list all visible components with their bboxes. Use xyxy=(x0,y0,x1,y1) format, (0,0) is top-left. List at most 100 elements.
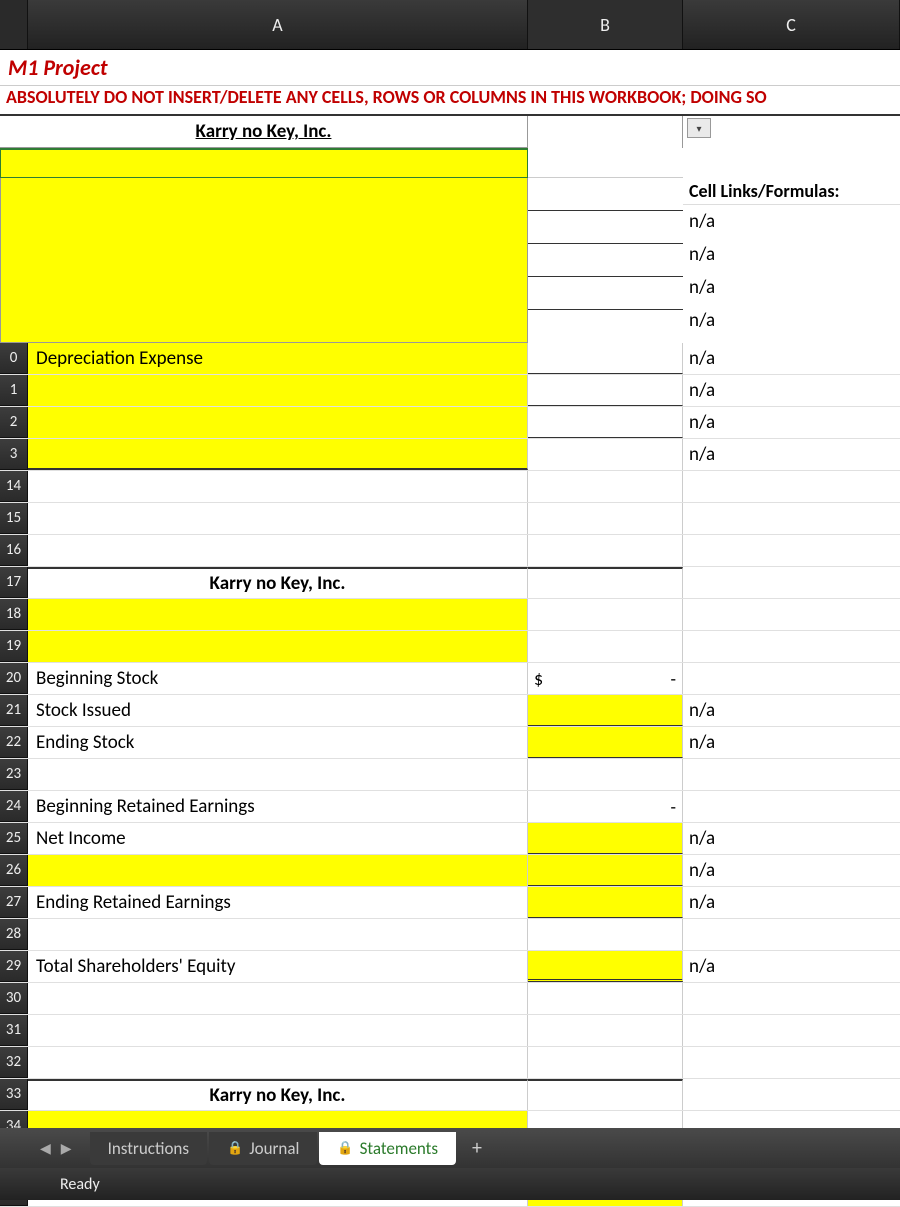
cell-b[interactable] xyxy=(528,567,683,598)
cell-c[interactable] xyxy=(683,631,900,662)
cell-b-dash[interactable]: - xyxy=(528,791,683,822)
cell-b[interactable] xyxy=(528,919,683,950)
cell-c[interactable] xyxy=(683,599,900,630)
cell-c[interactable] xyxy=(683,1015,900,1046)
cell-b[interactable] xyxy=(528,439,683,470)
cell-b[interactable] xyxy=(528,375,683,406)
cell-net-income[interactable]: Net Income xyxy=(28,823,528,854)
cell-a-yellow[interactable] xyxy=(28,599,528,630)
cell-b-dollar[interactable]: $- xyxy=(528,663,683,694)
row-header[interactable]: 28 xyxy=(0,919,28,950)
cell-b-yellow[interactable] xyxy=(528,695,683,726)
cell-a-yellow[interactable] xyxy=(28,631,528,662)
row-header[interactable]: 3 xyxy=(0,439,28,470)
cell-a-yellow[interactable] xyxy=(28,375,528,406)
cell-c[interactable] xyxy=(683,759,900,790)
add-sheet-button[interactable]: + xyxy=(458,1130,496,1166)
row-header[interactable]: 31 xyxy=(0,1015,28,1046)
cell-b[interactable] xyxy=(528,599,683,630)
cell-ending-retained-earnings[interactable]: Ending Retained Earnings xyxy=(28,887,528,918)
row-header[interactable]: 23 xyxy=(0,759,28,790)
na-text: n/a xyxy=(683,951,900,982)
col-header-a[interactable]: A xyxy=(28,0,528,49)
row-header[interactable]: 30 xyxy=(0,983,28,1014)
cell-b-yellow[interactable] xyxy=(528,855,683,886)
tab-nav-next-icon[interactable]: ▶ xyxy=(61,1140,72,1157)
row-header[interactable]: 16 xyxy=(0,535,28,566)
cell-total-shareholders-equity[interactable]: Total Shareholders' Equity xyxy=(28,951,528,982)
cell-c[interactable] xyxy=(683,919,900,950)
col-header-c[interactable]: C xyxy=(683,0,900,49)
row-header[interactable]: 33 xyxy=(0,1079,28,1110)
cell-a[interactable] xyxy=(28,919,528,950)
selected-yellow-cell[interactable] xyxy=(0,148,528,178)
cell-b[interactable] xyxy=(528,407,683,438)
cell-a-yellow[interactable] xyxy=(28,855,528,886)
filter-dropdown-icon[interactable]: ▾ xyxy=(687,118,711,138)
cell-beginning-stock[interactable]: Beginning Stock xyxy=(28,663,528,694)
cell-ending-stock[interactable]: Ending Stock xyxy=(28,727,528,758)
cell-b[interactable] xyxy=(528,535,683,566)
row-header[interactable]: 22 xyxy=(0,727,28,758)
cell-b[interactable] xyxy=(528,1015,683,1046)
tab-journal[interactable]: 🔒 Journal xyxy=(209,1132,317,1165)
cell-b-yellow[interactable] xyxy=(528,823,683,854)
row-header[interactable]: 32 xyxy=(0,1047,28,1078)
cell-stock-issued[interactable]: Stock Issued xyxy=(28,695,528,726)
row-header[interactable]: 17 xyxy=(0,567,28,598)
row-header[interactable]: 1 xyxy=(0,375,28,406)
cell-c[interactable] xyxy=(683,1047,900,1078)
cell-b[interactable] xyxy=(528,343,683,374)
cell-c[interactable] xyxy=(683,503,900,534)
row-header[interactable]: 15 xyxy=(0,503,28,534)
row-header[interactable]: 14 xyxy=(0,471,28,502)
cell-a[interactable] xyxy=(28,1047,528,1078)
cell-a[interactable] xyxy=(28,471,528,502)
cell-depreciation-expense[interactable]: Depreciation Expense xyxy=(28,343,528,374)
row-header[interactable]: 18 xyxy=(0,599,28,630)
row-header[interactable]: 26 xyxy=(0,855,28,886)
cell-b[interactable] xyxy=(528,759,683,790)
row-header[interactable]: 24 xyxy=(0,791,28,822)
cell-b[interactable] xyxy=(528,1047,683,1078)
row-header[interactable]: 25 xyxy=(0,823,28,854)
cell-b-yellow[interactable] xyxy=(528,887,683,918)
cell-a[interactable] xyxy=(28,759,528,790)
cell-b[interactable] xyxy=(528,471,683,502)
na-text: n/a xyxy=(683,823,900,854)
tab-statements[interactable]: 🔒 Statements xyxy=(319,1132,456,1165)
row-header[interactable]: 29 xyxy=(0,951,28,982)
cell-a[interactable] xyxy=(28,983,528,1014)
row-header[interactable]: 19 xyxy=(0,631,28,662)
cell-a[interactable] xyxy=(28,1015,528,1046)
row-header[interactable]: 2 xyxy=(0,407,28,438)
cell-a[interactable] xyxy=(28,503,528,534)
cell-c[interactable] xyxy=(683,471,900,502)
cell-b-yellow[interactable] xyxy=(528,727,683,758)
row-header[interactable]: 20 xyxy=(0,663,28,694)
tab-instructions[interactable]: Instructions xyxy=(90,1132,207,1165)
yellow-block-upper[interactable] xyxy=(0,178,528,343)
cell-c[interactable] xyxy=(683,983,900,1014)
dash-value: - xyxy=(543,668,676,690)
cell-b[interactable] xyxy=(528,1079,683,1110)
cell-c[interactable] xyxy=(683,663,900,694)
row-header[interactable]: 27 xyxy=(0,887,28,918)
cell-b-yellow[interactable] xyxy=(528,951,683,982)
cell-c[interactable] xyxy=(683,791,900,822)
col-header-b[interactable]: B xyxy=(528,0,683,49)
cell-b[interactable] xyxy=(528,503,683,534)
row-header[interactable]: 0 xyxy=(0,343,28,374)
cell-c[interactable] xyxy=(683,567,900,598)
cell-b[interactable] xyxy=(528,983,683,1014)
cell-b[interactable] xyxy=(528,631,683,662)
cell-beg-retained-earnings[interactable]: Beginning Retained Earnings xyxy=(28,791,528,822)
cell-a[interactable] xyxy=(28,535,528,566)
cell-a-yellow[interactable] xyxy=(28,407,528,438)
cell-c[interactable] xyxy=(683,535,900,566)
row-header[interactable]: 21 xyxy=(0,695,28,726)
cell-a-yellow[interactable] xyxy=(28,439,528,470)
na-text: n/a xyxy=(683,727,900,758)
tab-nav-prev-icon[interactable]: ◀ xyxy=(40,1140,51,1157)
cell-c[interactable] xyxy=(683,1079,900,1110)
